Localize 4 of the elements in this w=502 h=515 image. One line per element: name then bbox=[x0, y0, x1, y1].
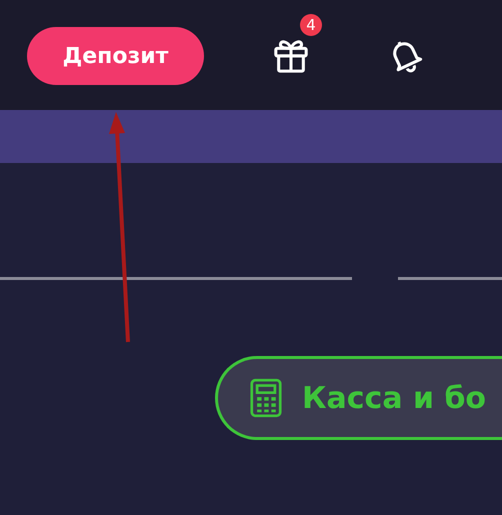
deposit-button[interactable]: Депозит bbox=[27, 27, 204, 85]
calculator-icon bbox=[250, 378, 282, 418]
cashier-button[interactable]: Касса и бо bbox=[215, 356, 502, 440]
notification-badge: 4 bbox=[300, 14, 322, 36]
